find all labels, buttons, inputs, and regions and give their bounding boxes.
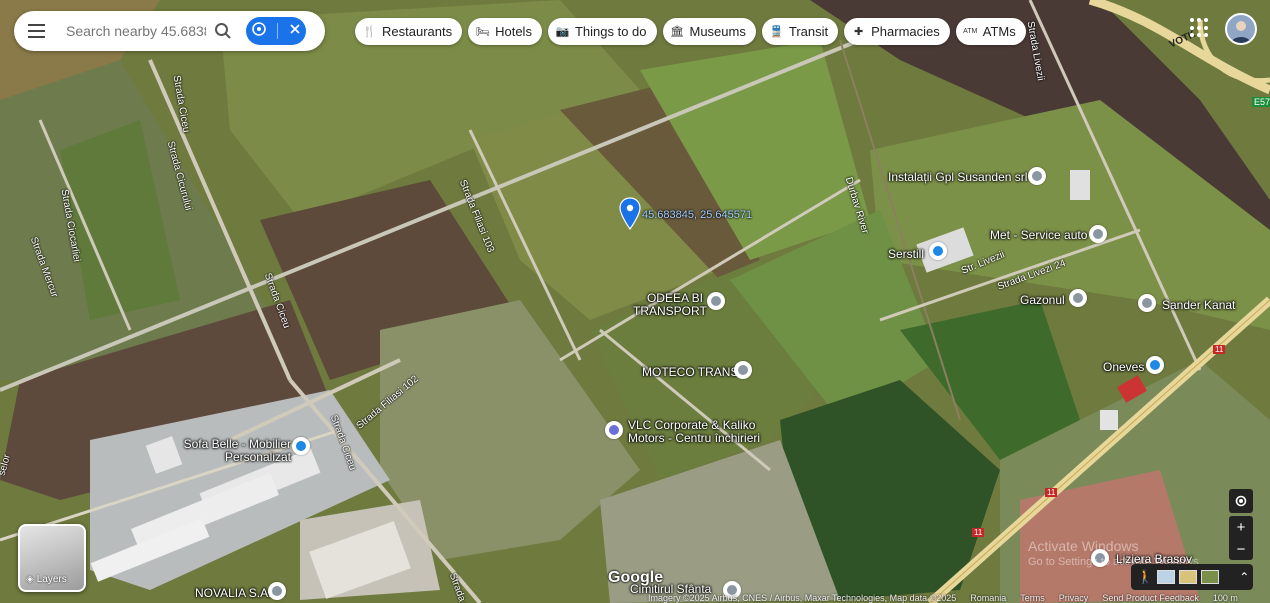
chip-pharmacies[interactable]: ✚ Pharmacies bbox=[844, 18, 950, 45]
restaurant-icon: 🍴 bbox=[362, 26, 377, 38]
place-label[interactable]: Gazonul bbox=[1020, 294, 1065, 307]
search-input[interactable] bbox=[58, 23, 206, 39]
search-icon[interactable] bbox=[206, 11, 240, 51]
close-icon[interactable] bbox=[289, 22, 301, 40]
chip-label: Pharmacies bbox=[871, 24, 940, 39]
place-marker-icon[interactable] bbox=[268, 582, 286, 600]
privacy-link[interactable]: Privacy bbox=[1059, 594, 1089, 603]
zoom-in-button[interactable]: + bbox=[1229, 516, 1253, 538]
map-footer: Imagery ©2025 Airbus, CNES / Airbus, Max… bbox=[648, 594, 1238, 603]
transit-icon: 🚆 bbox=[769, 26, 784, 38]
place-label[interactable]: MOTECO TRANS bbox=[642, 366, 738, 379]
expand-up-icon[interactable]: ⌃ bbox=[1239, 570, 1249, 584]
place-marker-icon[interactable] bbox=[1089, 225, 1107, 243]
atm-icon: ATM bbox=[963, 28, 978, 35]
shop-marker-icon[interactable] bbox=[1146, 356, 1164, 374]
map-thumbnails: 🚶 ⌃ bbox=[1131, 564, 1253, 590]
chip-things-to-do[interactable]: 📷 Things to do bbox=[547, 18, 657, 45]
road-shield: 11 bbox=[1213, 345, 1226, 354]
place-label[interactable]: Oneves bbox=[1103, 361, 1144, 374]
place-marker-icon[interactable] bbox=[734, 361, 752, 379]
place-label[interactable]: ODEEA BI TRANSPORT bbox=[633, 292, 707, 318]
shop-marker-icon[interactable] bbox=[929, 242, 947, 260]
place-label[interactable]: VLC Corporate & Kaliko Motors - Centru î… bbox=[628, 419, 768, 445]
map-type-thumbnail[interactable] bbox=[1157, 570, 1176, 584]
chip-label: Hotels bbox=[495, 24, 532, 39]
layers-label: Layers bbox=[36, 574, 67, 585]
layers-button[interactable]: ◈ Layers bbox=[18, 524, 86, 592]
shop-marker-icon[interactable] bbox=[292, 437, 310, 455]
chip-restaurants[interactable]: 🍴 Restaurants bbox=[355, 18, 463, 45]
place-label[interactable]: Instalații Gpl Susanden srl bbox=[888, 171, 1027, 184]
pin-coordinates-label[interactable]: 45.683845, 25.645571 bbox=[642, 209, 752, 221]
imagery-attribution: Imagery ©2025 Airbus, CNES / Airbus, Max… bbox=[648, 593, 957, 603]
place-label[interactable]: Met - Service auto bbox=[990, 229, 1087, 242]
feedback-link[interactable]: Send Product Feedback bbox=[1102, 594, 1199, 603]
pharmacy-icon: ✚ bbox=[854, 26, 864, 38]
chip-label: ATMs bbox=[982, 24, 1016, 39]
category-chips: 🍴 Restaurants 🛏 Hotels 📷 Things to do 🏛 Muse… bbox=[355, 18, 1026, 45]
place-label[interactable]: NOVALIA S.A. bbox=[195, 587, 271, 600]
place-marker-icon[interactable] bbox=[1138, 294, 1156, 312]
chip-label: Transit bbox=[788, 24, 829, 39]
place-label[interactable]: Sander Kanat bbox=[1162, 299, 1235, 312]
satellite-map[interactable]: Strada Ciceu Strada Cicurului Strada Cio… bbox=[0, 0, 1270, 603]
chip-hotels[interactable]: 🛏 Hotels bbox=[468, 18, 542, 45]
terrain-thumbnail[interactable] bbox=[1179, 570, 1198, 584]
chip-transit[interactable]: 🚆 Transit bbox=[761, 18, 839, 45]
chip-label: Things to do bbox=[574, 24, 647, 39]
chip-museums[interactable]: 🏛 Museums bbox=[662, 18, 756, 45]
pegman-icon[interactable]: 🚶 bbox=[1137, 569, 1153, 585]
google-logo: Google bbox=[608, 569, 664, 586]
camera-icon: 📷 bbox=[555, 26, 570, 38]
chip-atms[interactable]: ATM ATMs bbox=[955, 18, 1026, 45]
directions-icon[interactable] bbox=[251, 21, 266, 41]
watermark-line: Activate Windows bbox=[1028, 538, 1139, 554]
place-label[interactable]: Serstill bbox=[888, 248, 924, 261]
chip-label: Museums bbox=[689, 24, 746, 39]
chip-label: Restaurants bbox=[382, 24, 453, 39]
menu-icon[interactable] bbox=[14, 11, 58, 51]
zoom-out-button[interactable]: − bbox=[1229, 538, 1253, 560]
search-box bbox=[14, 11, 325, 51]
place-marker-icon[interactable] bbox=[1069, 289, 1087, 307]
place-label[interactable]: Sofa Belle - Mobilier Personalizat bbox=[176, 438, 291, 464]
place-marker-icon[interactable] bbox=[707, 292, 725, 310]
my-location-icon[interactable] bbox=[1229, 489, 1253, 513]
layers-icon: ◈ bbox=[26, 574, 34, 585]
hotel-icon: 🛏 bbox=[475, 26, 490, 38]
museum-icon: 🏛 bbox=[670, 26, 684, 38]
car-rental-marker-icon[interactable] bbox=[605, 421, 623, 439]
road-shield: 11 bbox=[1045, 488, 1058, 497]
road-shield: 11 bbox=[972, 528, 985, 537]
avatar[interactable] bbox=[1225, 13, 1257, 45]
country-link[interactable]: Romania bbox=[970, 594, 1006, 603]
terms-link[interactable]: Terms bbox=[1020, 594, 1045, 603]
satellite-thumbnail[interactable] bbox=[1201, 570, 1220, 584]
road-shield: E574 bbox=[1252, 97, 1270, 107]
search-actions bbox=[246, 17, 306, 45]
apps-grid-icon[interactable] bbox=[1190, 18, 1210, 38]
place-marker-icon[interactable] bbox=[1028, 167, 1046, 185]
scale-bar[interactable]: 100 m bbox=[1213, 594, 1238, 603]
